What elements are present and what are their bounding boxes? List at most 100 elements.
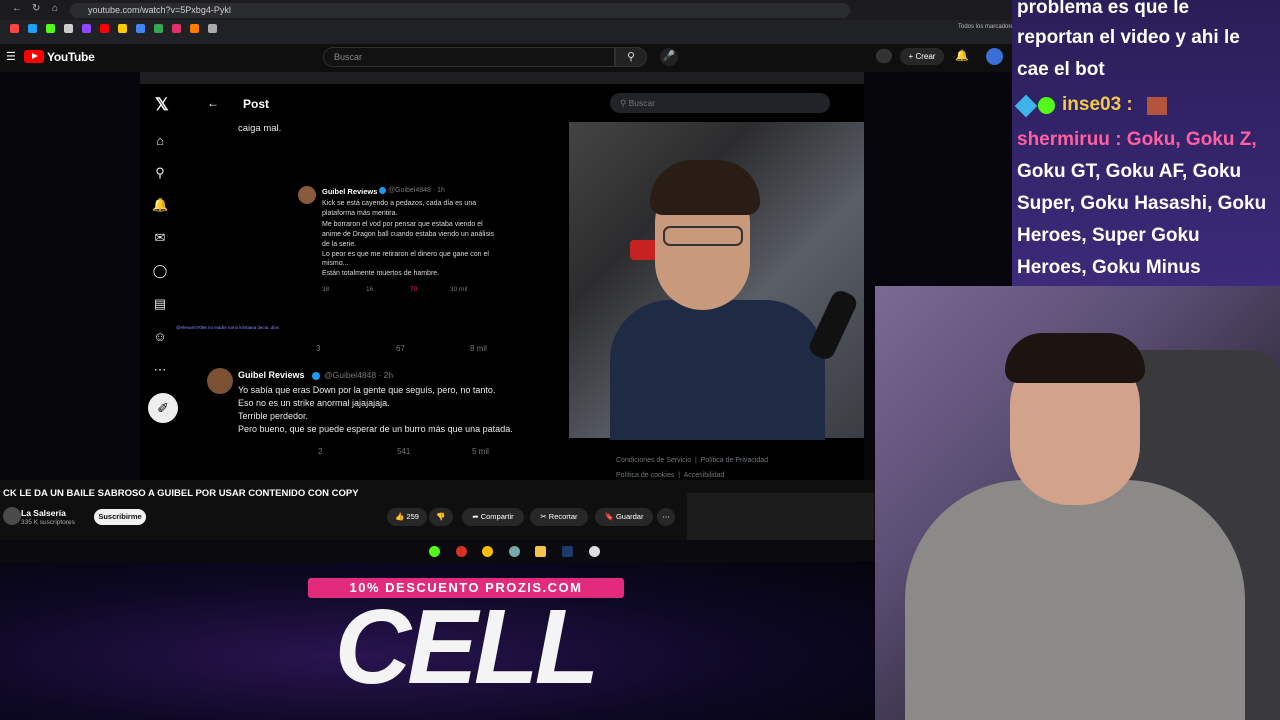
reply-handle: @Guibel4848 · 2h: [324, 370, 394, 380]
footer-links: Política de cookies | Accesibilidad: [616, 472, 725, 479]
like-count[interactable]: 67: [396, 344, 405, 353]
like-count: 259: [406, 512, 419, 521]
view-count[interactable]: 5 mil: [472, 447, 489, 456]
chat-message: Heroes, Goku Minus: [1017, 257, 1201, 278]
x-search-input[interactable]: ⚲ Buscar: [610, 93, 830, 113]
save-label: Guardar: [615, 512, 644, 521]
clip-button[interactable]: ✂ Recortar: [530, 508, 588, 526]
youtube-logo-icon[interactable]: [24, 50, 44, 63]
avatar[interactable]: [298, 186, 316, 204]
chat-message: Super, Goku Hasashi, Goku: [1017, 193, 1267, 214]
x-logo-icon[interactable]: 𝕏: [155, 95, 169, 115]
cast-icon[interactable]: [876, 49, 892, 63]
repost-count[interactable]: 3: [316, 344, 320, 353]
streamer-hair: [650, 160, 760, 215]
like-count[interactable]: 70: [410, 286, 417, 293]
bookmark-icon[interactable]: [136, 24, 145, 33]
footer-link-accessibility[interactable]: Accesibilidad: [684, 472, 725, 479]
home-icon[interactable]: ⌂: [52, 3, 58, 14]
dislike-button[interactable]: 👎: [429, 508, 453, 526]
post-title: Post: [243, 97, 270, 111]
quote-username[interactable]: Guibel Reviews: [322, 187, 377, 196]
quote-line: Me borraron el vod por pensar que estaba…: [322, 221, 483, 228]
footer-link-terms[interactable]: Condiciones de Servicio: [616, 457, 691, 464]
save-button[interactable]: 🔖 Guardar: [595, 508, 653, 526]
address-bar[interactable]: youtube.com/watch?v=5Pxbg4-Pykl: [70, 3, 850, 18]
reactor-body: [905, 480, 1245, 720]
avatar[interactable]: [207, 368, 233, 394]
mini-chat-overlay: @elenarm7066 mi madre tomo kristiana dec…: [176, 325, 279, 330]
lists-icon[interactable]: ▤: [152, 296, 168, 312]
bookmark-icon[interactable]: [172, 24, 181, 33]
avatar[interactable]: [3, 507, 21, 525]
more-options-button[interactable]: ⋯: [657, 508, 675, 526]
like-count[interactable]: 541: [397, 447, 410, 456]
microphone-icon[interactable]: 🎤: [660, 48, 678, 66]
create-button[interactable]: + Crear: [900, 48, 944, 65]
repost-count[interactable]: 16: [366, 286, 373, 293]
reply-line: Terrible perdedor.: [238, 411, 309, 421]
bookmark-icon[interactable]: [100, 24, 109, 33]
bookmark-icon[interactable]: [82, 24, 91, 33]
share-button[interactable]: ➦ Compartir: [462, 508, 524, 526]
app-icon[interactable]: [589, 546, 600, 557]
search-icon[interactable]: ⚲: [615, 47, 647, 67]
bookmark-icon[interactable]: [118, 24, 127, 33]
subscribe-button[interactable]: Suscribirme: [94, 509, 146, 525]
app-icon[interactable]: [429, 546, 440, 557]
bookmark-icon[interactable]: [64, 24, 73, 33]
notifications-bell-icon[interactable]: 🔔: [152, 197, 168, 213]
youtube-search-input[interactable]: Buscar: [323, 47, 615, 67]
bookmark-icon[interactable]: [10, 24, 19, 33]
x-search-placeholder: Buscar: [628, 98, 656, 108]
profile-icon[interactable]: ☺: [152, 329, 168, 344]
thumbnail-image[interactable]: [687, 493, 874, 540]
verified-icon: [379, 187, 386, 194]
streamer-body: [610, 300, 825, 440]
footer-link-privacy[interactable]: Política de Privacidad: [701, 457, 768, 464]
view-count[interactable]: 8 mil: [470, 344, 487, 353]
bookmark-icon[interactable]: [154, 24, 163, 33]
chat-username: inse03 :: [1062, 94, 1133, 115]
view-count[interactable]: 30 mil: [450, 286, 467, 293]
menu-icon[interactable]: ☰: [6, 50, 16, 63]
avatar[interactable]: [986, 48, 1003, 65]
compose-icon[interactable]: ✐: [148, 393, 178, 423]
more-icon[interactable]: ⋯: [152, 362, 168, 378]
footer-link-cookies[interactable]: Política de cookies: [616, 472, 674, 479]
mail-icon[interactable]: ✉: [152, 230, 168, 246]
search-icon[interactable]: ⚲: [152, 165, 168, 181]
scissors-icon: ✂: [540, 512, 549, 521]
all-bookmarks-label[interactable]: Todos los marcadores: [958, 24, 1017, 30]
reply-username[interactable]: Guibel Reviews: [238, 370, 305, 380]
bookmark-icon[interactable]: [190, 24, 199, 33]
thumbs-down-icon: 👎: [436, 512, 446, 521]
bookmark-icon: 🔖: [604, 512, 616, 521]
reload-icon[interactable]: ↻: [32, 3, 40, 14]
home-icon[interactable]: ⌂: [152, 133, 168, 148]
back-icon[interactable]: ←: [207, 96, 219, 110]
folder-icon[interactable]: [535, 546, 546, 557]
channel-name[interactable]: La Salsería: [21, 508, 66, 518]
photoshop-icon[interactable]: [562, 546, 573, 557]
quote-line: mismo...: [322, 260, 349, 267]
grok-icon[interactable]: ◯: [152, 263, 168, 279]
reactor-hair: [1005, 333, 1145, 383]
app-icon[interactable]: [509, 546, 520, 557]
like-button[interactable]: 👍 259: [387, 508, 427, 526]
reply-count[interactable]: 38: [322, 286, 329, 293]
share-icon: ➦: [472, 512, 481, 521]
reply-count[interactable]: 2: [318, 447, 322, 456]
bookmark-icon[interactable]: [208, 24, 217, 33]
bookmark-icon[interactable]: [28, 24, 37, 33]
bookmark-icon[interactable]: [46, 24, 55, 33]
quote-line: de la serie.: [322, 241, 357, 248]
youtube-logo-text[interactable]: YouTube: [47, 50, 95, 64]
back-icon[interactable]: ←: [12, 3, 22, 14]
promo-title: CELL: [334, 588, 600, 706]
chrome-icon[interactable]: [482, 546, 493, 557]
subscriber-count: 335 K suscriptores: [21, 519, 75, 526]
app-icon[interactable]: [456, 546, 467, 557]
notifications-bell-icon[interactable]: 🔔: [955, 49, 969, 62]
verified-icon: [312, 372, 320, 380]
